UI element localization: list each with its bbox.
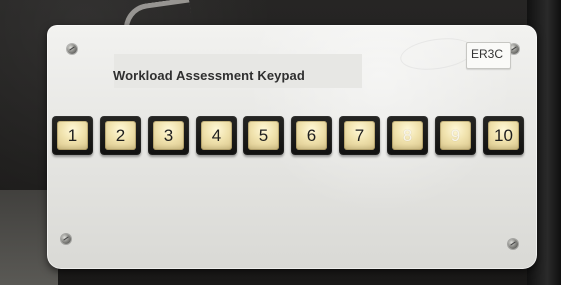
- photo-scene: Workload Assessment Keypad ER3C 1 2 3 4 …: [0, 0, 561, 285]
- key-4-face: 4: [201, 121, 232, 150]
- key-2-label: 2: [115, 126, 126, 145]
- faint-stamp: [398, 33, 476, 75]
- key-6-face: 6: [296, 121, 327, 150]
- key-8-button[interactable]: 8: [387, 116, 428, 155]
- key-8-label: 8: [402, 126, 413, 145]
- key-10-label: 10: [494, 126, 513, 145]
- key-6-label: 6: [306, 126, 317, 145]
- key-8-face: 8: [392, 121, 423, 150]
- key-7-face: 7: [344, 121, 375, 150]
- key-1-face: 1: [57, 121, 88, 150]
- key-5-label: 5: [258, 126, 269, 145]
- key-9-button[interactable]: 9: [435, 116, 476, 155]
- top-left-screw-icon: [67, 44, 77, 54]
- key-7-button[interactable]: 7: [339, 116, 380, 155]
- key-3-label: 3: [163, 126, 174, 145]
- key-9-face: 9: [440, 121, 471, 150]
- model-tag-label: ER3C: [471, 47, 504, 61]
- key-2-face: 2: [105, 121, 136, 150]
- key-4-label: 4: [211, 126, 222, 145]
- key-3-face: 3: [153, 121, 184, 150]
- key-1-button[interactable]: 1: [52, 116, 93, 155]
- key-10-face: 10: [488, 121, 519, 150]
- key-10-button[interactable]: 10: [483, 116, 524, 155]
- bottom-right-screw-icon: [508, 239, 518, 249]
- key-2-button[interactable]: 2: [100, 116, 141, 155]
- keypad-title: Workload Assessment Keypad: [113, 68, 305, 83]
- key-4-button[interactable]: 4: [196, 116, 237, 155]
- bottom-left-screw-icon: [61, 234, 71, 244]
- key-7-label: 7: [354, 126, 365, 145]
- key-3-button[interactable]: 3: [148, 116, 189, 155]
- key-6-button[interactable]: 6: [291, 116, 332, 155]
- key-5-face: 5: [248, 121, 279, 150]
- number-key-row: 1 2 3 4 5 6 7 8 9 10: [52, 116, 532, 161]
- keypad-enclosure: Workload Assessment Keypad ER3C 1 2 3 4 …: [47, 25, 537, 269]
- key-5-button[interactable]: 5: [243, 116, 284, 155]
- model-tag: ER3C: [466, 42, 511, 69]
- key-1-label: 1: [67, 126, 78, 145]
- key-9-label: 9: [450, 126, 461, 145]
